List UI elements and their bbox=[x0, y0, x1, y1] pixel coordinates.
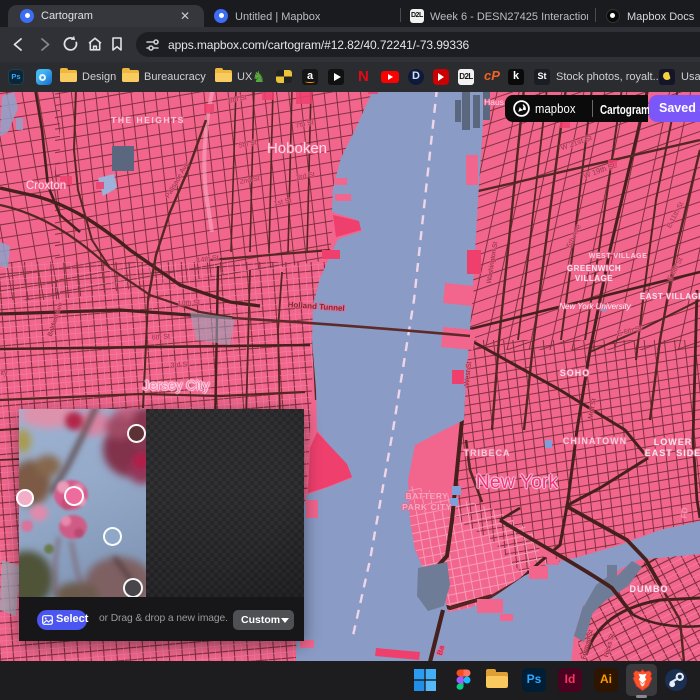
svg-text:PARK CITY: PARK CITY bbox=[402, 502, 452, 512]
svg-text:BATTERY: BATTERY bbox=[406, 491, 449, 501]
svg-text:EAST VILLAGE: EAST VILLAGE bbox=[640, 292, 700, 301]
svg-text:VILLAGE: VILLAGE bbox=[575, 274, 613, 283]
svg-text:DUMBO: DUMBO bbox=[630, 584, 669, 594]
svg-text:New York University: New York University bbox=[559, 302, 631, 311]
svg-text:GREENWICH: GREENWICH bbox=[567, 264, 621, 273]
svg-text:THE HEIGHTS: THE HEIGHTS bbox=[111, 115, 185, 125]
svg-text:FD: FD bbox=[680, 507, 690, 519]
svg-text:3rd St: 3rd St bbox=[170, 361, 189, 369]
svg-text:New York: New York bbox=[476, 471, 559, 493]
svg-text:CHINATOWN: CHINATOWN bbox=[563, 436, 627, 446]
svg-text:EAST SIDE: EAST SIDE bbox=[645, 448, 700, 458]
svg-text:Hoboken: Hoboken bbox=[267, 140, 327, 157]
svg-text:Jersey City: Jersey City bbox=[143, 378, 210, 393]
svg-text:Haus: Haus bbox=[484, 97, 504, 107]
svg-text:Croxton: Croxton bbox=[26, 180, 66, 192]
svg-text:LOWER: LOWER bbox=[654, 437, 693, 447]
svg-text:SOHO: SOHO bbox=[560, 368, 591, 378]
svg-text:6th St: 6th St bbox=[152, 333, 171, 341]
svg-text:WEST VILLAGE: WEST VILLAGE bbox=[589, 253, 648, 260]
svg-text:ity: ity bbox=[1, 370, 9, 377]
svg-text:TRIBECA: TRIBECA bbox=[464, 448, 511, 458]
